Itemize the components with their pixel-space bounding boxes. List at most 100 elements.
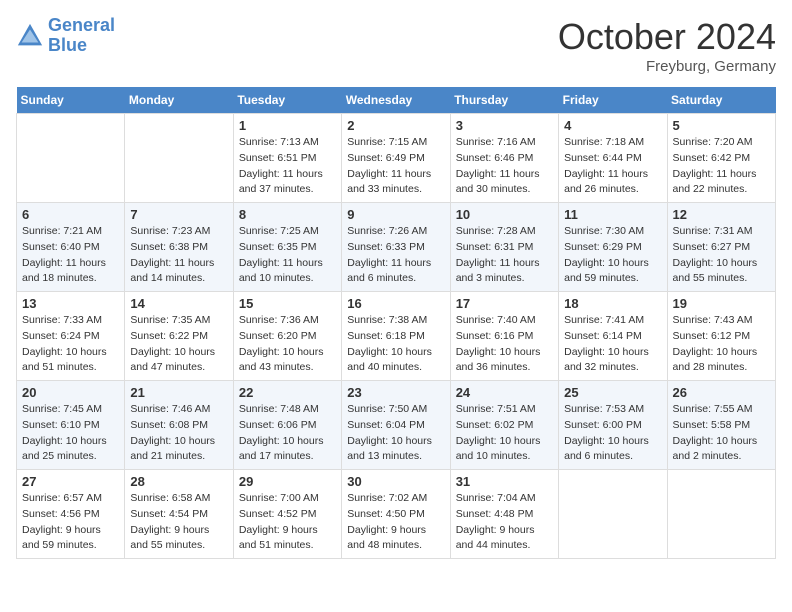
day-number: 1 — [239, 118, 336, 133]
calendar-cell: 16 Sunrise: 7:38 AM Sunset: 6:18 PM Dayli… — [342, 292, 450, 381]
calendar-cell: 26 Sunrise: 7:55 AM Sunset: 5:58 PM Dayli… — [667, 381, 775, 470]
calendar-cell: 15 Sunrise: 7:36 AM Sunset: 6:20 PM Dayli… — [233, 292, 341, 381]
calendar-cell: 7Sunrise: 7:23 AM Sunset: 6:38 PM Daylig… — [125, 203, 233, 292]
day-info: Sunrise: 7:53 AM Sunset: 6:00 PM Dayligh… — [564, 402, 661, 465]
day-info: Sunrise: 7:35 AM Sunset: 6:22 PM Dayligh… — [130, 313, 227, 376]
day-info: Sunrise: 7:13 AM Sunset: 6:51 PM Dayligh… — [239, 135, 336, 198]
calendar-cell: 3 Sunrise: 7:16 AM Sunset: 6:46 PM Daylig… — [450, 114, 558, 203]
day-header-friday: Friday — [559, 87, 667, 114]
day-info: Sunrise: 7:20 AM Sunset: 6:42 PM Dayligh… — [673, 135, 770, 198]
calendar-cell: 19Sunrise: 7:43 AM Sunset: 6:12 PM Dayli… — [667, 292, 775, 381]
calendar-cell: 25 Sunrise: 7:53 AM Sunset: 6:00 PM Dayli… — [559, 381, 667, 470]
week-row-3: 13Sunrise: 7:33 AM Sunset: 6:24 PM Dayli… — [17, 292, 776, 381]
calendar-cell — [125, 114, 233, 203]
day-info: Sunrise: 7:30 AM Sunset: 6:29 PM Dayligh… — [564, 224, 661, 287]
calendar-cell: 21Sunrise: 7:46 AM Sunset: 6:08 PM Dayli… — [125, 381, 233, 470]
calendar-cell: 31Sunrise: 7:04 AM Sunset: 4:48 PM Dayli… — [450, 470, 558, 559]
day-info: Sunrise: 7:25 AM Sunset: 6:35 PM Dayligh… — [239, 224, 336, 287]
day-number: 18 — [564, 296, 661, 311]
calendar-cell: 11 Sunrise: 7:30 AM Sunset: 6:29 PM Dayli… — [559, 203, 667, 292]
calendar-cell: 30Sunrise: 7:02 AM Sunset: 4:50 PM Dayli… — [342, 470, 450, 559]
day-number: 28 — [130, 474, 227, 489]
calendar-cell — [667, 470, 775, 559]
day-info: Sunrise: 7:18 AM Sunset: 6:44 PM Dayligh… — [564, 135, 661, 198]
location: Freyburg, Germany — [558, 58, 776, 75]
day-header-tuesday: Tuesday — [233, 87, 341, 114]
calendar-table: SundayMondayTuesdayWednesdayThursdayFrid… — [16, 87, 776, 559]
day-number: 24 — [456, 385, 553, 400]
calendar-cell — [17, 114, 125, 203]
calendar-cell: 8 Sunrise: 7:25 AM Sunset: 6:35 PM Daylig… — [233, 203, 341, 292]
calendar-cell: 20 Sunrise: 7:45 AM Sunset: 6:10 PM Dayli… — [17, 381, 125, 470]
day-number: 13 — [22, 296, 119, 311]
day-info: Sunrise: 7:16 AM Sunset: 6:46 PM Dayligh… — [456, 135, 553, 198]
day-info: Sunrise: 7:43 AM Sunset: 6:12 PM Dayligh… — [673, 313, 770, 376]
day-number: 7 — [130, 207, 227, 222]
day-info: Sunrise: 6:58 AM Sunset: 4:54 PM Dayligh… — [130, 491, 227, 554]
calendar-cell: 22Sunrise: 7:48 AM Sunset: 6:06 PM Dayli… — [233, 381, 341, 470]
day-header-wednesday: Wednesday — [342, 87, 450, 114]
day-number: 11 — [564, 207, 661, 222]
day-number: 12 — [673, 207, 770, 222]
day-number: 15 — [239, 296, 336, 311]
logo-text: General Blue — [48, 16, 115, 56]
day-info: Sunrise: 7:40 AM Sunset: 6:16 PM Dayligh… — [456, 313, 553, 376]
calendar-cell: 10 Sunrise: 7:28 AM Sunset: 6:31 PM Dayli… — [450, 203, 558, 292]
day-number: 10 — [456, 207, 553, 222]
day-number: 25 — [564, 385, 661, 400]
day-number: 26 — [673, 385, 770, 400]
logo-icon — [16, 22, 44, 50]
day-info: Sunrise: 7:26 AM Sunset: 6:33 PM Dayligh… — [347, 224, 444, 287]
calendar-cell: 13Sunrise: 7:33 AM Sunset: 6:24 PM Dayli… — [17, 292, 125, 381]
calendar-cell: 14Sunrise: 7:35 AM Sunset: 6:22 PM Dayli… — [125, 292, 233, 381]
day-info: Sunrise: 7:45 AM Sunset: 6:10 PM Dayligh… — [22, 402, 119, 465]
calendar-cell: 4 Sunrise: 7:18 AM Sunset: 6:44 PM Daylig… — [559, 114, 667, 203]
days-header-row: SundayMondayTuesdayWednesdayThursdayFrid… — [17, 87, 776, 114]
calendar-cell: 23 Sunrise: 7:50 AM Sunset: 6:04 PM Dayli… — [342, 381, 450, 470]
day-number: 27 — [22, 474, 119, 489]
calendar-cell: 5Sunrise: 7:20 AM Sunset: 6:42 PM Daylig… — [667, 114, 775, 203]
calendar-cell: 9 Sunrise: 7:26 AM Sunset: 6:33 PM Daylig… — [342, 203, 450, 292]
day-info: Sunrise: 7:21 AM Sunset: 6:40 PM Dayligh… — [22, 224, 119, 287]
calendar-cell: 2 Sunrise: 7:15 AM Sunset: 6:49 PM Daylig… — [342, 114, 450, 203]
day-info: Sunrise: 7:38 AM Sunset: 6:18 PM Dayligh… — [347, 313, 444, 376]
calendar-cell: 17 Sunrise: 7:40 AM Sunset: 6:16 PM Dayli… — [450, 292, 558, 381]
day-header-thursday: Thursday — [450, 87, 558, 114]
month-title: October 2024 — [558, 16, 776, 58]
day-number: 16 — [347, 296, 444, 311]
week-row-2: 6 Sunrise: 7:21 AM Sunset: 6:40 PM Daylig… — [17, 203, 776, 292]
calendar-cell: 18 Sunrise: 7:41 AM Sunset: 6:14 PM Dayli… — [559, 292, 667, 381]
day-number: 20 — [22, 385, 119, 400]
day-info: Sunrise: 7:48 AM Sunset: 6:06 PM Dayligh… — [239, 402, 336, 465]
day-info: Sunrise: 7:55 AM Sunset: 5:58 PM Dayligh… — [673, 402, 770, 465]
day-number: 2 — [347, 118, 444, 133]
day-info: Sunrise: 7:51 AM Sunset: 6:02 PM Dayligh… — [456, 402, 553, 465]
day-number: 6 — [22, 207, 119, 222]
day-info: Sunrise: 7:50 AM Sunset: 6:04 PM Dayligh… — [347, 402, 444, 465]
day-header-monday: Monday — [125, 87, 233, 114]
day-info: Sunrise: 6:57 AM Sunset: 4:56 PM Dayligh… — [22, 491, 119, 554]
day-number: 4 — [564, 118, 661, 133]
day-info: Sunrise: 7:15 AM Sunset: 6:49 PM Dayligh… — [347, 135, 444, 198]
day-number: 9 — [347, 207, 444, 222]
page-header: General Blue October 2024 Freyburg, Germ… — [16, 16, 776, 75]
calendar-cell: 29Sunrise: 7:00 AM Sunset: 4:52 PM Dayli… — [233, 470, 341, 559]
day-info: Sunrise: 7:36 AM Sunset: 6:20 PM Dayligh… — [239, 313, 336, 376]
day-number: 17 — [456, 296, 553, 311]
calendar-cell: 1 Sunrise: 7:13 AM Sunset: 6:51 PM Daylig… — [233, 114, 341, 203]
day-info: Sunrise: 7:31 AM Sunset: 6:27 PM Dayligh… — [673, 224, 770, 287]
calendar-cell — [559, 470, 667, 559]
calendar-cell: 27 Sunrise: 6:57 AM Sunset: 4:56 PM Dayli… — [17, 470, 125, 559]
calendar-cell: 28 Sunrise: 6:58 AM Sunset: 4:54 PM Dayli… — [125, 470, 233, 559]
calendar-cell: 24 Sunrise: 7:51 AM Sunset: 6:02 PM Dayli… — [450, 381, 558, 470]
day-number: 3 — [456, 118, 553, 133]
day-info: Sunrise: 7:28 AM Sunset: 6:31 PM Dayligh… — [456, 224, 553, 287]
day-header-saturday: Saturday — [667, 87, 775, 114]
day-info: Sunrise: 7:04 AM Sunset: 4:48 PM Dayligh… — [456, 491, 553, 554]
day-info: Sunrise: 7:41 AM Sunset: 6:14 PM Dayligh… — [564, 313, 661, 376]
day-number: 23 — [347, 385, 444, 400]
day-number: 29 — [239, 474, 336, 489]
day-number: 8 — [239, 207, 336, 222]
week-row-4: 20 Sunrise: 7:45 AM Sunset: 6:10 PM Dayli… — [17, 381, 776, 470]
week-row-1: 1 Sunrise: 7:13 AM Sunset: 6:51 PM Daylig… — [17, 114, 776, 203]
